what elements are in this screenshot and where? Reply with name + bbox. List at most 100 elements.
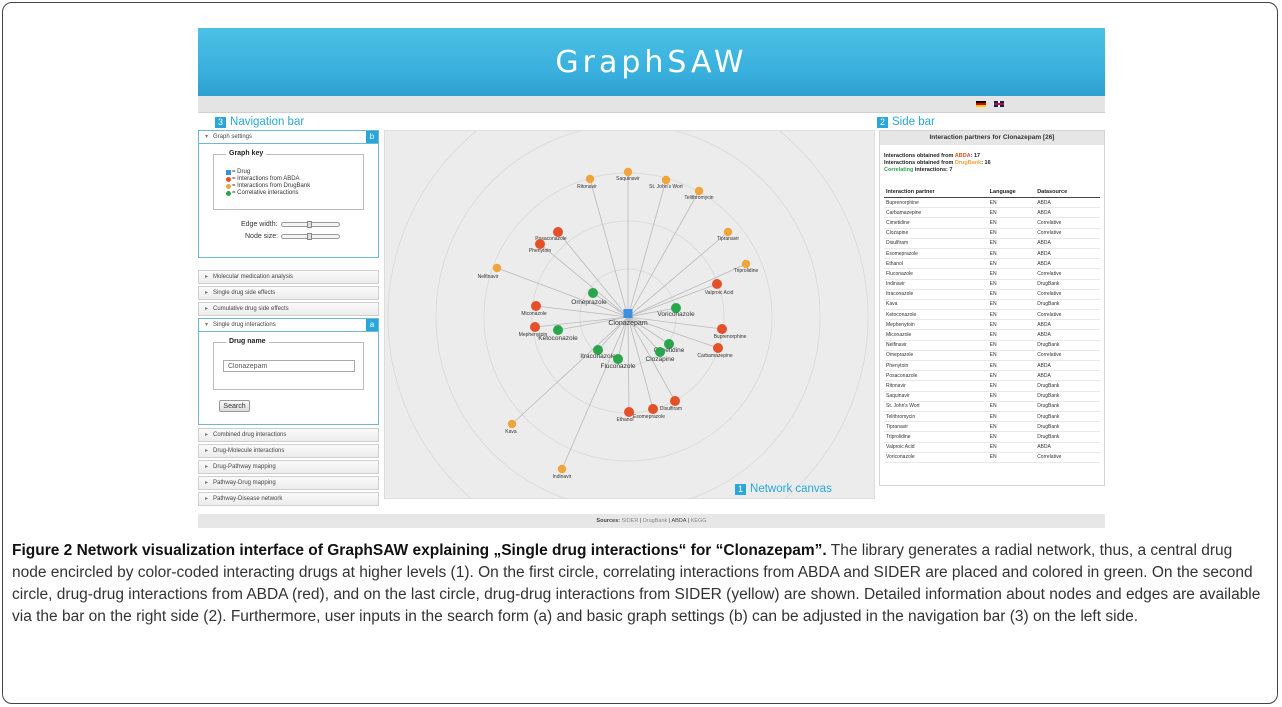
datasource-cell: ABDA	[1035, 238, 1100, 249]
key-item-drugbank: = Interactions from DrugBank	[226, 183, 310, 189]
column-header[interactable]: Interaction partner	[884, 187, 988, 198]
column-header[interactable]: Datasource	[1035, 187, 1100, 198]
network-graph[interactable]: OmeprazoleVoriconazoleKetoconazoleItraco…	[385, 131, 875, 499]
search-button[interactable]: Search	[219, 400, 250, 412]
source-link[interactable]: ABDA	[671, 518, 686, 524]
node-size-slider[interactable]	[281, 233, 341, 240]
table-row[interactable]: Indinavir EN DrugBank	[884, 279, 1100, 290]
slider-handle[interactable]	[307, 233, 313, 240]
table-row[interactable]: Clozapine EN Correlative	[884, 228, 1100, 239]
nav-section-combined[interactable]: ▸ Combined drug interactions	[198, 428, 379, 442]
node-abda[interactable]	[531, 301, 541, 311]
correlative-dot-icon	[226, 190, 231, 196]
source-link[interactable]: KEGG	[691, 518, 707, 524]
table-row[interactable]: Ritonavir EN DrugBank	[884, 380, 1100, 392]
table-row[interactable]: Tipranavir EN DrugBank	[884, 421, 1100, 433]
drug-name-input[interactable]	[223, 360, 355, 372]
datasource-cell: ABDA	[1035, 329, 1100, 341]
callout-number: 3	[215, 116, 227, 128]
table-row[interactable]: Cimetidine EN Correlative	[884, 217, 1100, 229]
language-cell: EN	[987, 411, 1036, 423]
language-cell: EN	[987, 340, 1036, 351]
table-row[interactable]: Carbamazepine EN ABDA	[884, 207, 1100, 219]
table-row[interactable]: Telithromycin EN DrugBank	[884, 411, 1100, 423]
table-row[interactable]: Fluconazole EN Correlative	[884, 268, 1100, 280]
datasource-cell: Correlative	[1035, 350, 1100, 362]
nav-section-drug-pathway[interactable]: ▸ Drug-Pathway mapping	[198, 460, 379, 474]
node-abda[interactable]	[670, 396, 680, 406]
source-link[interactable]: SIDER	[622, 518, 639, 524]
table-row[interactable]: Posaconazole EN ABDA	[884, 370, 1100, 382]
table-row[interactable]: Triprolidine EN DrugBank	[884, 431, 1100, 443]
uk-flag-icon[interactable]	[994, 101, 1004, 107]
node-drugbank[interactable]	[723, 227, 733, 237]
nav-section-molecular[interactable]: ▸ Molecular medication analysis	[198, 270, 379, 284]
table-row[interactable]: Omeprazole EN Correlative	[884, 350, 1100, 362]
center-node-label: Clonazepam	[608, 320, 647, 327]
table-row[interactable]: Itraconazole EN Correlative	[884, 289, 1100, 300]
table-row[interactable]: Ethanol EN ABDA	[884, 258, 1100, 270]
datasource-cell: Correlative	[1035, 452, 1100, 463]
edge-width-slider[interactable]	[280, 221, 340, 228]
abda-dot-icon	[226, 176, 231, 182]
node-drugbank[interactable]	[661, 175, 671, 185]
node-abda[interactable]	[530, 322, 540, 332]
node-abda[interactable]	[713, 343, 723, 353]
slider-handle[interactable]	[306, 221, 312, 228]
node-abda[interactable]	[712, 279, 722, 289]
table-row[interactable]: Mephenytoin EN ABDA	[884, 319, 1100, 331]
chevron-right-icon: ▸	[205, 480, 209, 486]
table-row[interactable]: Voriconazole EN Correlative	[884, 452, 1100, 463]
nav-section-single-side-effects[interactable]: ▸ Single drug side effects	[198, 286, 379, 300]
datasource-cell: DrugBank	[1035, 411, 1100, 423]
node-label: St. John's Wort	[649, 184, 683, 190]
chevron-right-icon: ▸	[205, 496, 209, 502]
datasource-cell: Correlative	[1035, 289, 1100, 300]
source-link[interactable]: DrugBank	[643, 518, 667, 524]
node-drugbank[interactable]	[741, 259, 751, 269]
language-cell: EN	[987, 248, 1036, 260]
nav-section-drug-molecule[interactable]: ▸ Drug-Molecule interactions	[198, 444, 379, 458]
figure-caption: Figure 2 Network visualization interface…	[12, 540, 1267, 628]
node-drugbank[interactable]	[492, 263, 502, 273]
table-row[interactable]: Valproic Acid EN ABDA	[884, 442, 1100, 453]
graph-settings-header[interactable]: ▾ Graph settings b	[198, 130, 379, 144]
node-abda[interactable]	[648, 404, 658, 414]
node-drugbank[interactable]	[694, 186, 704, 196]
node-drugbank[interactable]	[507, 419, 517, 429]
table-row[interactable]: Buprenorphine EN ABDA	[884, 197, 1100, 209]
nav-section-pathway-disease[interactable]: ▸ Pathway-Disease network	[198, 492, 379, 506]
single-drug-interactions-header[interactable]: ▾ Single drug interactions a	[198, 318, 379, 332]
center-drug-node[interactable]	[623, 309, 633, 318]
node-abda[interactable]	[717, 324, 727, 334]
table-row[interactable]: Miconazole EN ABDA	[884, 329, 1100, 341]
node-abda[interactable]	[624, 407, 634, 417]
column-header[interactable]: Language	[987, 187, 1036, 198]
table-row[interactable]: Phenytoin EN ABDA	[884, 360, 1100, 372]
partner-cell: Clozapine	[884, 228, 988, 239]
node-label: Indinavir	[553, 474, 572, 480]
summary-count: interactions: 7	[913, 167, 953, 173]
key-item-drug: = Drug	[226, 169, 250, 175]
node-correlative[interactable]	[553, 325, 563, 335]
table-row[interactable]: Nelfinavir EN DrugBank	[884, 340, 1100, 351]
app-header: GraphSAW	[198, 28, 1105, 96]
table-row[interactable]: Disulfiram EN ABDA	[884, 238, 1100, 249]
language-cell: EN	[987, 360, 1036, 372]
table-row[interactable]: Kava EN DrugBank	[884, 299, 1100, 311]
table-row[interactable]: Ketoconazole EN Correlative	[884, 309, 1100, 321]
node-drugbank[interactable]	[623, 167, 633, 177]
table-row[interactable]: St. John's Wort EN DrugBank	[884, 401, 1100, 412]
canvas-callout: 1 Network canvas	[735, 483, 832, 495]
language-cell: EN	[987, 258, 1036, 270]
network-canvas[interactable]: Omeprazole Voriconazole Ketoconazole Itraco…	[384, 130, 875, 499]
nav-section-pathway-drug[interactable]: ▸ Pathway-Drug mapping	[198, 476, 379, 490]
node-drugbank[interactable]	[585, 174, 595, 184]
node-drugbank[interactable]	[557, 464, 567, 474]
german-flag-icon[interactable]	[976, 101, 986, 107]
node-correlative[interactable]	[588, 288, 598, 298]
table-row[interactable]: Saquinavir EN DrugBank	[884, 391, 1100, 402]
callout-a-badge: a	[366, 319, 378, 331]
table-row[interactable]: Esomeprazole EN ABDA	[884, 248, 1100, 260]
nav-section-cumulative-side-effects[interactable]: ▸ Cumulative drug side effects	[198, 302, 379, 316]
